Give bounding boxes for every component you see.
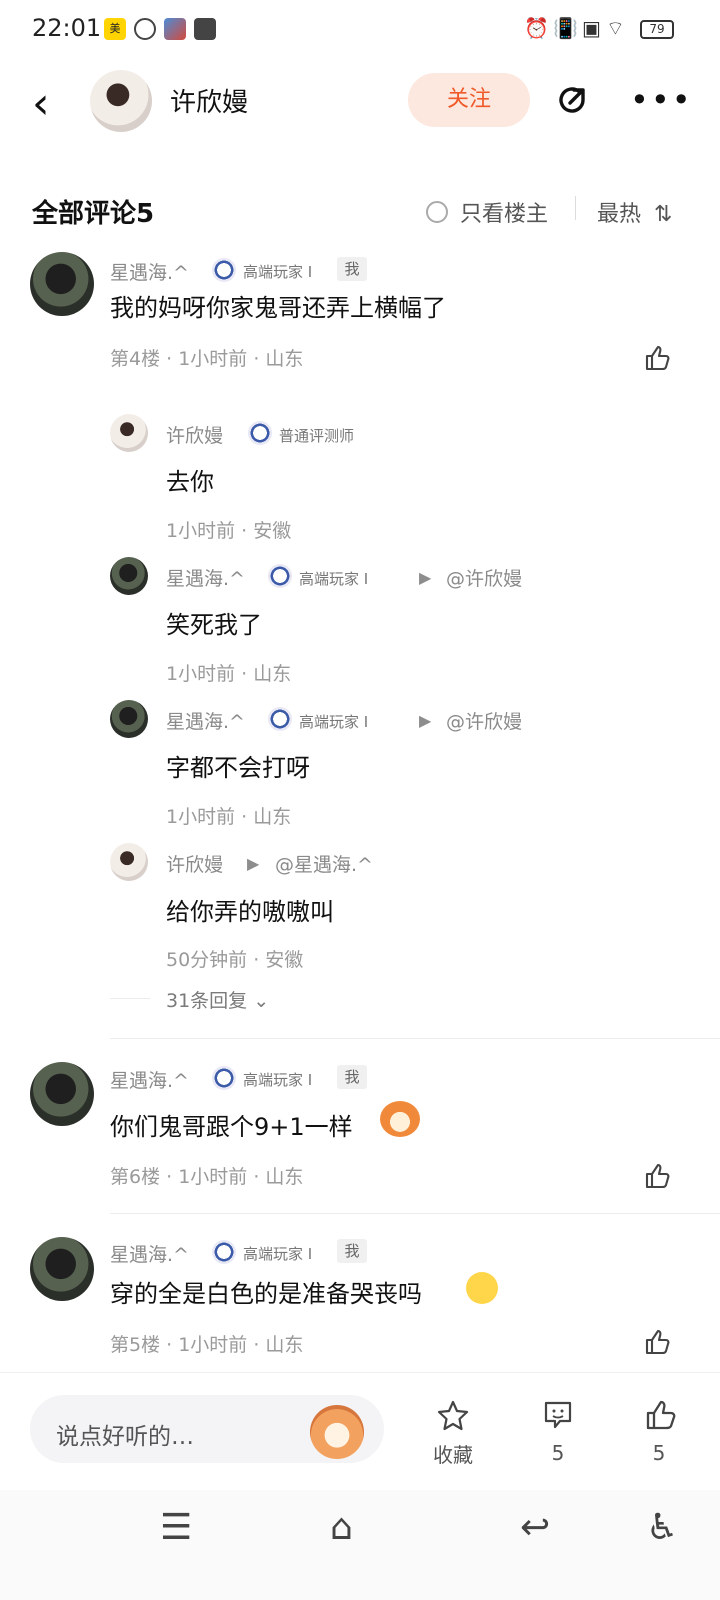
system-nav-bar <box>0 1490 720 1600</box>
message-icon <box>194 18 216 40</box>
comment-avatar[interactable] <box>30 252 94 316</box>
comment-text: 你们鬼哥跟个9+1一样 <box>110 1113 353 1141</box>
no-sim-icon: ▣ <box>582 16 601 40</box>
level-label: 高端玩家 I <box>299 570 369 588</box>
me-tag: 我 <box>337 1065 367 1089</box>
comment-meta: 第4楼 · 1小时前 · 山东 <box>110 348 304 370</box>
level-label: 高端玩家 I <box>243 1071 313 1089</box>
level-label: 高端玩家 I <box>299 713 369 731</box>
reply-arrow-icon: ▶ <box>419 568 432 587</box>
swirl-icon <box>134 18 156 40</box>
collect-label[interactable]: 收藏 <box>427 1439 479 1468</box>
more-replies-button[interactable]: 31条回复 ⌄ <box>166 986 269 1013</box>
comment-meta: 第5楼 · 1小时前 · 山东 <box>110 1334 304 1356</box>
back-button[interactable]: ‹ <box>32 82 50 126</box>
level-badge-icon <box>248 421 272 445</box>
comment-avatar[interactable] <box>30 1062 94 1126</box>
like-icon[interactable] <box>642 1162 670 1190</box>
level-label: 普通评测师 <box>279 427 355 445</box>
like-count[interactable]: 5 <box>647 1441 671 1465</box>
reply-meta: 1小时前 · 山东 <box>166 806 292 828</box>
reply-target[interactable]: @许欣嫚 <box>446 707 522 734</box>
reply-text: 去你 <box>166 468 214 496</box>
back-icon[interactable]: ↩ <box>520 1507 550 1548</box>
divider <box>575 196 576 220</box>
reply-target[interactable]: @许欣嫚 <box>446 564 522 591</box>
reply-author[interactable]: 许欣嫚 <box>166 850 223 877</box>
owner-only-toggle[interactable]: 只看楼主 <box>426 196 548 228</box>
level-badge-icon <box>212 258 236 282</box>
level-badge-icon <box>212 1066 236 1090</box>
reply-avatar[interactable] <box>110 700 148 738</box>
emoji-icon[interactable] <box>310 1405 364 1459</box>
chevron-down-icon: ⌄ <box>253 990 270 1012</box>
wifi-icon: ⌔ <box>606 16 625 40</box>
comment-author[interactable]: 星遇海.^ <box>110 1240 189 1267</box>
owner-only-label: 只看楼主 <box>460 202 549 227</box>
header-avatar[interactable] <box>90 70 152 132</box>
level-badge-icon <box>268 564 292 588</box>
comment-icon[interactable] <box>541 1398 575 1432</box>
reply-avatar[interactable] <box>110 843 148 881</box>
alarm-icon: ⏰ <box>524 16 549 40</box>
menu-icon[interactable]: ☰ <box>160 1507 192 1548</box>
tears-of-joy-emoji-icon <box>466 1272 498 1304</box>
sort-icon: ⇅ <box>654 202 673 227</box>
comment-text: 我的妈呀你家鬼哥还弄上横幅了 <box>110 294 446 322</box>
header-title[interactable]: 许欣嫚 <box>170 82 248 119</box>
comment-count[interactable]: 5 <box>546 1441 570 1465</box>
comment-divider <box>110 1038 720 1039</box>
reply-meta: 1小时前 · 安徽 <box>166 520 292 542</box>
share-icon[interactable] <box>552 80 592 120</box>
accessibility-icon[interactable]: ♿ <box>646 1507 678 1548</box>
reply-author[interactable]: 许欣嫚 <box>166 421 223 448</box>
reply-avatar[interactable] <box>110 557 148 595</box>
app-badge-icon: 美 <box>104 18 126 40</box>
like-icon[interactable] <box>642 1398 676 1432</box>
home-icon[interactable]: ⌂ <box>330 1507 353 1548</box>
replies-divider <box>110 998 150 999</box>
status-time: 22:01 <box>32 14 102 42</box>
reply-meta: 1小时前 · 山东 <box>166 663 292 685</box>
more-options-icon[interactable]: ••• <box>630 84 693 116</box>
comment-meta: 第6楼 · 1小时前 · 山东 <box>110 1166 304 1188</box>
sort-label: 最热 <box>597 202 642 227</box>
vibrate-icon: 📳 <box>553 16 578 40</box>
level-label: 高端玩家 I <box>243 1245 313 1263</box>
reply-author[interactable]: 星遇海.^ <box>166 564 245 591</box>
comment-author[interactable]: 星遇海.^ <box>110 258 189 285</box>
comment-input-placeholder: 说点好听的… <box>56 1424 194 1450</box>
star-icon[interactable] <box>436 1399 470 1433</box>
reply-text: 给你弄的嗷嗷叫 <box>166 898 334 926</box>
game-icon <box>164 18 186 40</box>
sort-button[interactable]: 最热 ⇅ <box>597 196 672 228</box>
reply-arrow-icon: ▶ <box>247 854 260 873</box>
level-label: 高端玩家 I <box>243 263 313 281</box>
reply-text: 字都不会打呀 <box>166 754 310 782</box>
level-badge-icon <box>212 1240 236 1264</box>
reply-arrow-icon: ▶ <box>419 711 432 730</box>
radio-icon[interactable] <box>426 201 448 223</box>
comments-title: 全部评论5 <box>32 199 155 229</box>
me-tag: 我 <box>337 257 367 281</box>
comment-text: 穿的全是白色的是准备哭丧吗 <box>110 1280 422 1308</box>
comment-avatar[interactable] <box>30 1237 94 1301</box>
laughing-emoji-icon <box>380 1101 420 1137</box>
battery-icon: 79 <box>640 20 674 39</box>
comment-author[interactable]: 星遇海.^ <box>110 1066 189 1093</box>
like-icon[interactable] <box>642 1328 670 1356</box>
like-icon[interactable] <box>642 344 670 372</box>
level-badge-icon <box>268 707 292 731</box>
reply-text: 笑死我了 <box>166 611 262 639</box>
reply-avatar[interactable] <box>110 414 148 452</box>
comment-divider <box>110 1213 720 1214</box>
reply-meta: 50分钟前 · 安徽 <box>166 949 304 971</box>
follow-button[interactable]: 关注 <box>408 73 530 127</box>
reply-target[interactable]: @星遇海.^ <box>275 850 373 877</box>
me-tag: 我 <box>337 1239 367 1263</box>
reply-author[interactable]: 星遇海.^ <box>166 707 245 734</box>
